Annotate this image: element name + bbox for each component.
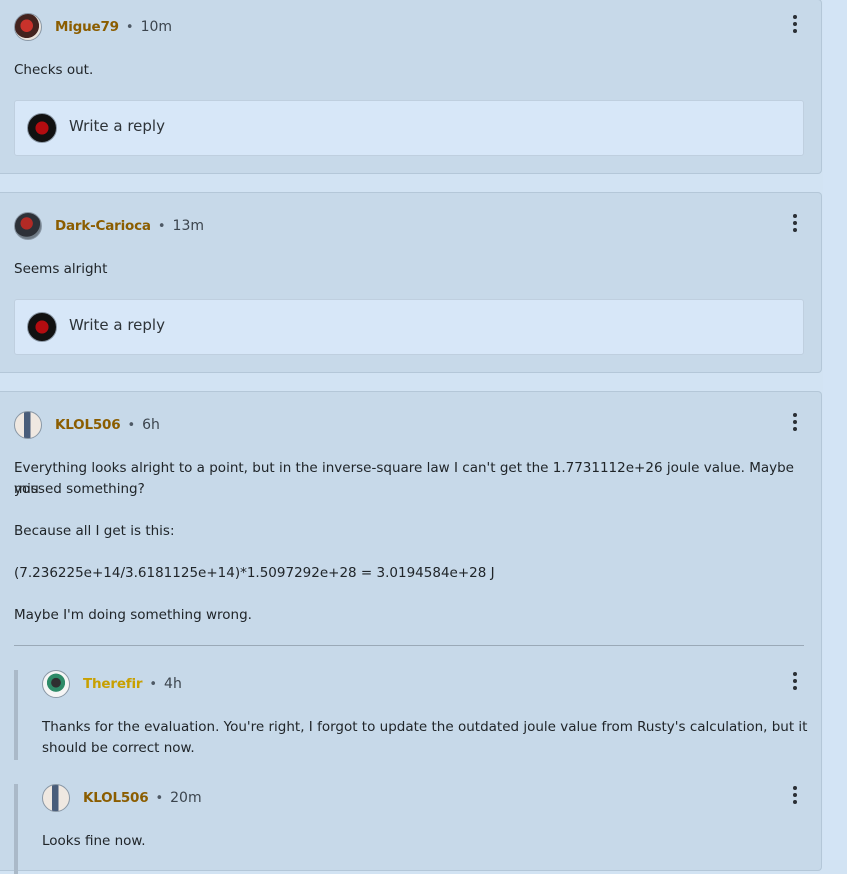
- more-vertical-icon[interactable]: [787, 785, 803, 805]
- user-avatar-icon[interactable]: [14, 411, 42, 439]
- reply-body-line: Thanks for the evaluation. You're right,…: [42, 719, 808, 735]
- comment-header: Migue79 • 10m: [14, 12, 172, 42]
- comment-body-line: Because all I get is this:: [14, 523, 175, 539]
- user-avatar-icon[interactable]: [42, 670, 70, 698]
- more-vertical-icon[interactable]: [787, 213, 803, 233]
- separator-dot: •: [127, 417, 136, 433]
- user-avatar-icon[interactable]: [14, 13, 42, 41]
- reply-timestamp[interactable]: 4h: [164, 676, 182, 692]
- comment-header: Dark-Carioca • 13m: [14, 211, 204, 241]
- comment-card: KLOL506 • 6h Everything looks alright to…: [0, 391, 822, 874]
- comment-card: Migue79 • 10m Checks out. Write a reply: [0, 0, 822, 174]
- reply-username[interactable]: Therefir: [83, 676, 143, 692]
- current-user-avatar-icon: [27, 113, 57, 143]
- reply-header: Therefir • 4h: [42, 669, 182, 699]
- reply-body-line: should be correct now.: [42, 740, 195, 756]
- reply-username[interactable]: KLOL506: [83, 790, 149, 806]
- comment-body-line: Maybe I'm doing something wrong.: [14, 607, 252, 623]
- reply-header: KLOL506 • 20m: [42, 783, 202, 813]
- more-vertical-icon[interactable]: [787, 412, 803, 432]
- comment-body-line: missed something?: [14, 481, 145, 497]
- separator-dot: •: [149, 676, 158, 692]
- comment-timestamp[interactable]: 13m: [173, 218, 204, 234]
- thread-line: [14, 784, 18, 874]
- user-avatar-icon[interactable]: [42, 784, 70, 812]
- comment-body: Seems alright: [14, 261, 108, 277]
- comment-header: KLOL506 • 6h: [14, 410, 160, 440]
- reply-placeholder: Write a reply: [69, 117, 165, 135]
- separator-dot: •: [157, 218, 166, 234]
- current-user-avatar-icon: [27, 312, 57, 342]
- more-vertical-icon[interactable]: [787, 14, 803, 34]
- comment-body: Checks out.: [14, 62, 94, 78]
- replies-divider: [14, 645, 804, 646]
- page-gutter: [823, 0, 847, 860]
- user-avatar-icon[interactable]: [14, 212, 42, 240]
- comment-username[interactable]: Migue79: [55, 19, 119, 35]
- more-vertical-icon[interactable]: [787, 671, 803, 691]
- separator-dot: •: [125, 19, 134, 35]
- comment-body-line: (7.236225e+14/3.6181125e+14)*1.5097292e+…: [14, 565, 495, 581]
- reply-body-line: Looks fine now.: [42, 833, 146, 849]
- thread-line: [14, 670, 18, 760]
- separator-dot: •: [155, 790, 164, 806]
- reply-placeholder: Write a reply: [69, 316, 165, 334]
- comment-card: Dark-Carioca • 13m Seems alright Write a…: [0, 192, 822, 373]
- reply-timestamp[interactable]: 20m: [170, 790, 201, 806]
- reply-input[interactable]: Write a reply: [14, 100, 804, 156]
- comment-timestamp[interactable]: 10m: [141, 19, 172, 35]
- comment-username[interactable]: Dark-Carioca: [55, 218, 151, 234]
- reply-input[interactable]: Write a reply: [14, 299, 804, 355]
- comment-username[interactable]: KLOL506: [55, 417, 121, 433]
- comment-timestamp[interactable]: 6h: [142, 417, 160, 433]
